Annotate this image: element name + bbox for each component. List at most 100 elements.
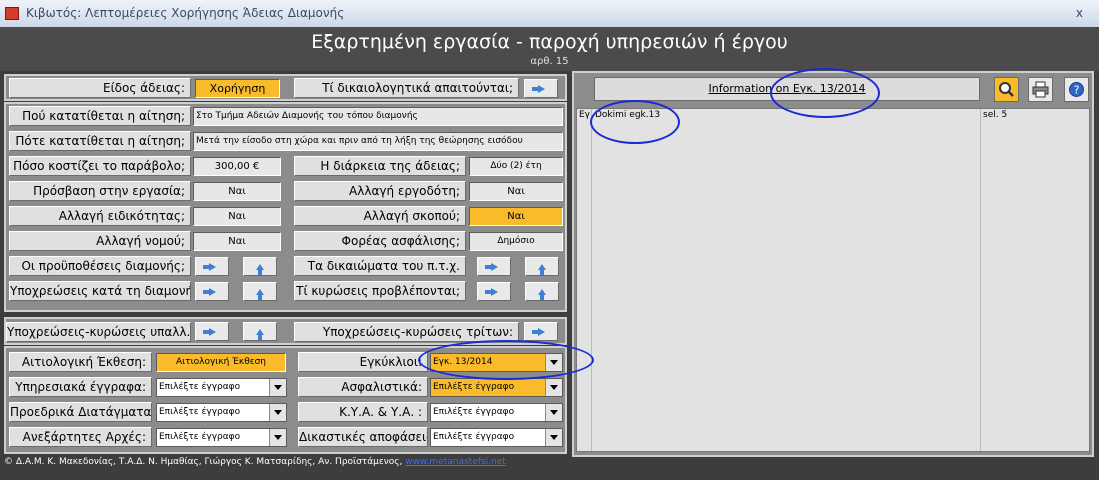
- work-access-value: Ναι: [193, 182, 281, 201]
- conditions-up-button[interactable]: [243, 257, 277, 276]
- authorities-select[interactable]: Επιλέξτε έγγραφο: [156, 428, 287, 447]
- arrow-up-icon: [538, 288, 546, 300]
- circulars-label: Εγκύκλιοι:: [298, 352, 428, 372]
- sanctions-label: Τί κυρώσεις προβλέπονται;: [294, 281, 466, 301]
- form-header: Εξαρτημένη εργασία - παροχή υπηρεσιών ή …: [0, 27, 1099, 71]
- chevron-down-icon[interactable]: [545, 404, 562, 421]
- help-button[interactable]: ?: [1064, 77, 1089, 102]
- arrow-right-icon: [202, 327, 216, 336]
- close-button[interactable]: x: [1076, 6, 1083, 20]
- insurance-docs-value: Επιλέξτε έγγραφο: [433, 382, 515, 392]
- officials-panel: Υποχρεώσεις-κυρώσεις υπαλλ.: Υποχρεώσεις…: [4, 317, 567, 345]
- sanctions-up-button[interactable]: [525, 282, 559, 301]
- permit-type-value: Χορήγηση: [195, 79, 280, 98]
- required-docs-label: Τί δικαιολογητικά απαιτούνται;: [294, 78, 519, 98]
- result-cell-page: sel. 5: [983, 110, 1008, 120]
- service-docs-select[interactable]: Επιλέξτε έγγραφο: [156, 378, 287, 397]
- chevron-down-icon[interactable]: [545, 429, 562, 446]
- circulars-value: Εγκ. 13/2014: [433, 357, 493, 367]
- chevron-down-icon[interactable]: [269, 404, 286, 421]
- rights-up-button[interactable]: [525, 257, 559, 276]
- app-icon: [5, 7, 19, 20]
- chevron-down-icon[interactable]: [545, 379, 562, 396]
- duration-value: Δύο (2) έτη: [469, 157, 563, 176]
- decrees-label: Προεδρικά Διατάγματα:: [9, 402, 152, 422]
- arrow-up-icon: [538, 263, 546, 275]
- arrow-right-icon: [202, 262, 216, 271]
- service-docs-value: Επιλέξτε έγγραφο: [159, 382, 241, 392]
- insurance-provider-label: Φορέας ασφάλισης;: [294, 231, 466, 251]
- employee-next-button[interactable]: [195, 322, 229, 341]
- employee-up-button[interactable]: [243, 322, 277, 341]
- arrow-up-icon: [256, 263, 264, 275]
- third-next-button[interactable]: [524, 322, 558, 341]
- result-cell-type: Εγ: [579, 110, 591, 120]
- kya-label: Κ.Υ.Α. & Υ.Α. :: [298, 402, 428, 422]
- obligations-up-button[interactable]: [243, 282, 277, 301]
- info-panel: Information on Εγκ. 13/2014 ? Εγ Dokimi …: [572, 71, 1094, 457]
- chevron-down-icon[interactable]: [269, 379, 286, 396]
- employer-change-label: Αλλαγή εργοδότη;: [294, 181, 466, 201]
- fee-label: Πόσο κοστίζει το παράβολο;: [9, 156, 191, 176]
- result-cell-name[interactable]: Dokimi egk.13: [595, 110, 660, 120]
- page-title: Εξαρτημένη εργασία - παροχή υπηρεσιών ή …: [311, 31, 788, 53]
- court-label: Δικαστικές αποφάσεις:: [298, 427, 428, 447]
- decrees-value: Επιλέξτε έγγραφο: [159, 407, 241, 417]
- decrees-select[interactable]: Επιλέξτε έγγραφο: [156, 403, 287, 422]
- documents-panel: Αιτιολογική Έκθεση: Αιτιολογική Έκθεση Ε…: [4, 346, 567, 454]
- employer-change-value: Ναι: [469, 182, 563, 201]
- obligations-label: Υποχρεώσεις κατά τη διαμονή;: [9, 281, 191, 301]
- court-select[interactable]: Επιλέξτε έγγραφο: [430, 428, 563, 447]
- insurance-provider-value: Δημόσιο: [469, 232, 563, 251]
- arrow-right-icon: [531, 327, 545, 336]
- kya-value: Επιλέξτε έγγραφο: [433, 407, 515, 417]
- purpose-change-label: Αλλαγή σκοπού;: [294, 206, 466, 226]
- rights-label: Τα δικαιώματα του π.τ.χ.: [294, 256, 466, 276]
- arrow-up-icon: [256, 288, 264, 300]
- chevron-down-icon[interactable]: [269, 429, 286, 446]
- arrow-right-icon: [202, 287, 216, 296]
- footer-credit: © Δ.Α.Μ. Κ. Μακεδονίας, Τ.Α.Δ. Ν. Ημαθία…: [4, 457, 403, 467]
- footer: © Δ.Α.Μ. Κ. Μακεδονίας, Τ.Α.Δ. Ν. Ημαθία…: [0, 457, 1099, 480]
- prefecture-change-value: Ναι: [193, 232, 281, 251]
- results-list[interactable]: Εγ Dokimi egk.13 sel. 5: [576, 108, 1090, 452]
- page-subtitle: αρθ. 15: [530, 56, 569, 67]
- insurance-docs-label: Ασφαλιστικά:: [298, 377, 428, 397]
- specialty-change-value: Ναι: [193, 207, 281, 226]
- permit-type-label: Είδος άδειας:: [9, 78, 191, 98]
- purpose-change-value: Ναι: [469, 207, 563, 226]
- kya-select[interactable]: Επιλέξτε έγγραφο: [430, 403, 563, 422]
- details-panel: Πού κατατίθεται η αίτηση; Στο Τμήμα Αδει…: [4, 102, 567, 312]
- arrow-right-icon: [484, 262, 498, 271]
- print-button[interactable]: [1028, 77, 1053, 102]
- residence-conditions-label: Οι προϋποθέσεις διαμονής;: [9, 256, 191, 276]
- work-access-label: Πρόσβαση στην εργασία;: [9, 181, 191, 201]
- results-column-1: [577, 109, 592, 451]
- arrow-right-icon: [484, 287, 498, 296]
- search-button[interactable]: [994, 77, 1019, 102]
- employee-obligations-label: Υποχρεώσεις-κυρώσεις υπαλλ.:: [6, 322, 191, 342]
- info-title[interactable]: Information on Εγκ. 13/2014: [594, 77, 980, 101]
- insurance-docs-select[interactable]: Επιλέξτε έγγραφο: [430, 378, 563, 397]
- fee-value: 300,00 €: [193, 157, 281, 176]
- window-title: Κιβωτός: Λεπτομέρειες Χορήγησης Άδειας Δ…: [26, 6, 345, 20]
- circulars-select[interactable]: Εγκ. 13/2014: [430, 353, 563, 372]
- sanctions-next-button[interactable]: [477, 282, 511, 301]
- report-label: Αιτιολογική Έκθεση:: [9, 352, 152, 372]
- footer-link[interactable]: www.metanastefsi.net: [405, 457, 505, 467]
- authorities-label: Ανεξάρτητες Αρχές:: [9, 427, 152, 447]
- required-docs-button[interactable]: [524, 79, 558, 98]
- duration-label: Η διάρκεια της άδειας;: [294, 156, 466, 176]
- conditions-next-button[interactable]: [195, 257, 229, 276]
- chevron-down-icon[interactable]: [545, 354, 562, 371]
- specialty-change-label: Αλλαγή ειδικότητας;: [9, 206, 191, 226]
- results-column-2: [592, 109, 981, 451]
- obligations-next-button[interactable]: [195, 282, 229, 301]
- where-label: Πού κατατίθεται η αίτηση;: [9, 106, 191, 126]
- authorities-value: Επιλέξτε έγγραφο: [159, 432, 241, 442]
- rights-next-button[interactable]: [477, 257, 511, 276]
- magnifier-icon: [999, 82, 1014, 97]
- third-obligations-label: Υποχρεώσεις-κυρώσεις τρίτων:: [294, 322, 519, 342]
- report-value[interactable]: Αιτιολογική Έκθεση: [156, 353, 286, 372]
- when-label: Πότε κατατίθεται η αίτηση;: [9, 131, 191, 151]
